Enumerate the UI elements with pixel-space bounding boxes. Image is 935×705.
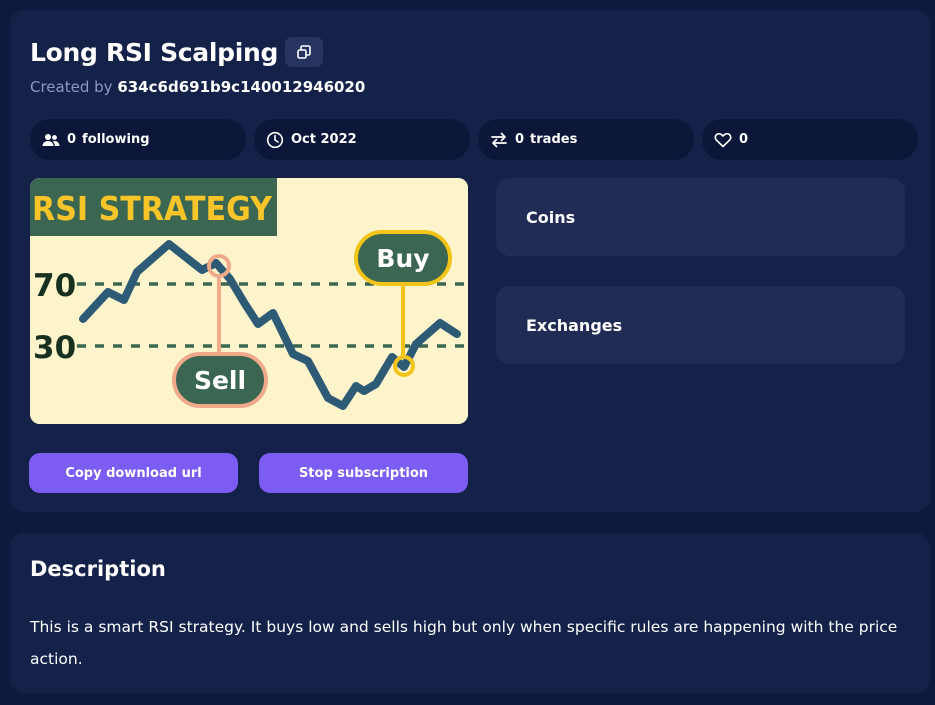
coins-box[interactable]: Coins	[496, 178, 905, 256]
users-icon	[41, 130, 61, 150]
stop-subscription-label: Stop subscription	[298, 465, 429, 481]
strategy-image: RSI STRATEGY 70 30 Sell Buy	[30, 178, 468, 424]
likes-stat[interactable]: 0	[702, 119, 918, 160]
title-row: Long RSI Scalping	[30, 37, 324, 67]
image-banner-text: RSI STRATEGY	[32, 189, 273, 228]
following-count: 0	[67, 132, 77, 147]
strategy-card: Long RSI Scalping Created by 634c6d691b9…	[10, 10, 930, 512]
arrows-exchange-icon	[489, 130, 509, 150]
created-date: Oct 2022	[291, 132, 357, 147]
level-70-label: 70	[33, 268, 76, 304]
page-title: Long RSI Scalping	[30, 37, 279, 67]
creator-line: Created by 634c6d691b9c140012946020	[30, 78, 365, 96]
description-card: Description This is a smart RSI strategy…	[10, 533, 930, 693]
following-label: following	[82, 132, 150, 147]
copy-title-button[interactable]	[285, 37, 324, 67]
created-by-label: Created by	[30, 78, 113, 96]
exchanges-label: Exchanges	[526, 315, 623, 335]
buy-label: Buy	[376, 244, 429, 273]
clock-icon	[265, 130, 285, 150]
coins-label: Coins	[526, 207, 576, 227]
exchanges-box[interactable]: Exchanges	[496, 286, 905, 364]
stop-subscription-button[interactable]: Stop subscription	[259, 453, 468, 493]
level-30-label: 30	[33, 330, 76, 366]
creator-id: 634c6d691b9c140012946020	[117, 78, 366, 96]
likes-count: 0	[739, 132, 749, 147]
copy-download-url-label: Copy download url	[65, 465, 202, 481]
date-stat: Oct 2022	[254, 119, 470, 160]
page: Long RSI Scalping Created by 634c6d691b9…	[0, 0, 935, 705]
description-text: This is a smart RSI strategy. It buys lo…	[30, 618, 898, 668]
copy-icon	[296, 44, 312, 60]
trades-count: 0	[515, 132, 525, 147]
stats-row: 0 following Oct 2022 0 trades 0	[30, 119, 918, 160]
trades-label: trades	[530, 132, 578, 147]
following-stat[interactable]: 0 following	[30, 119, 246, 160]
copy-download-url-button[interactable]: Copy download url	[29, 453, 238, 493]
trades-stat[interactable]: 0 trades	[478, 119, 694, 160]
heart-icon[interactable]	[713, 130, 733, 150]
sell-label: Sell	[194, 366, 246, 395]
description-title: Description	[30, 557, 166, 581]
